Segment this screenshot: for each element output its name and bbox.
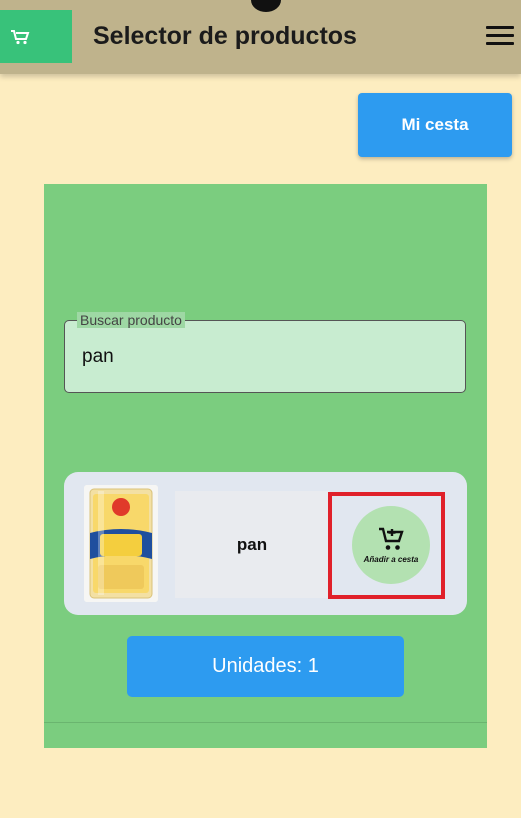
search-input[interactable] <box>80 341 454 373</box>
add-shopping-cart-icon <box>379 527 404 550</box>
panel-divider <box>44 722 487 723</box>
hamburger-menu-icon[interactable] <box>486 26 514 48</box>
add-to-cart-button[interactable]: Añadir a cesta <box>352 506 430 584</box>
my-basket-button[interactable]: Mi cesta <box>358 93 512 157</box>
search-field[interactable]: Buscar producto <box>64 312 466 393</box>
add-to-cart-highlight: Añadir a cesta <box>328 492 445 599</box>
page-title: Selector de productos <box>93 22 357 50</box>
product-image <box>84 485 158 602</box>
product-card: pan Añadir a cesta <box>64 472 467 615</box>
cart-icon <box>11 29 30 44</box>
product-selector-panel: Buscar producto pan pan Añadir a cesta U… <box>44 184 487 748</box>
product-name: pan <box>236 534 268 554</box>
add-to-cart-label: Añadir a cesta <box>363 555 419 564</box>
units-button[interactable]: Unidades: 1 <box>127 636 404 697</box>
search-field-label: Buscar producto <box>77 312 185 328</box>
app-logo <box>0 10 72 63</box>
product-name-box: pan <box>175 491 329 598</box>
